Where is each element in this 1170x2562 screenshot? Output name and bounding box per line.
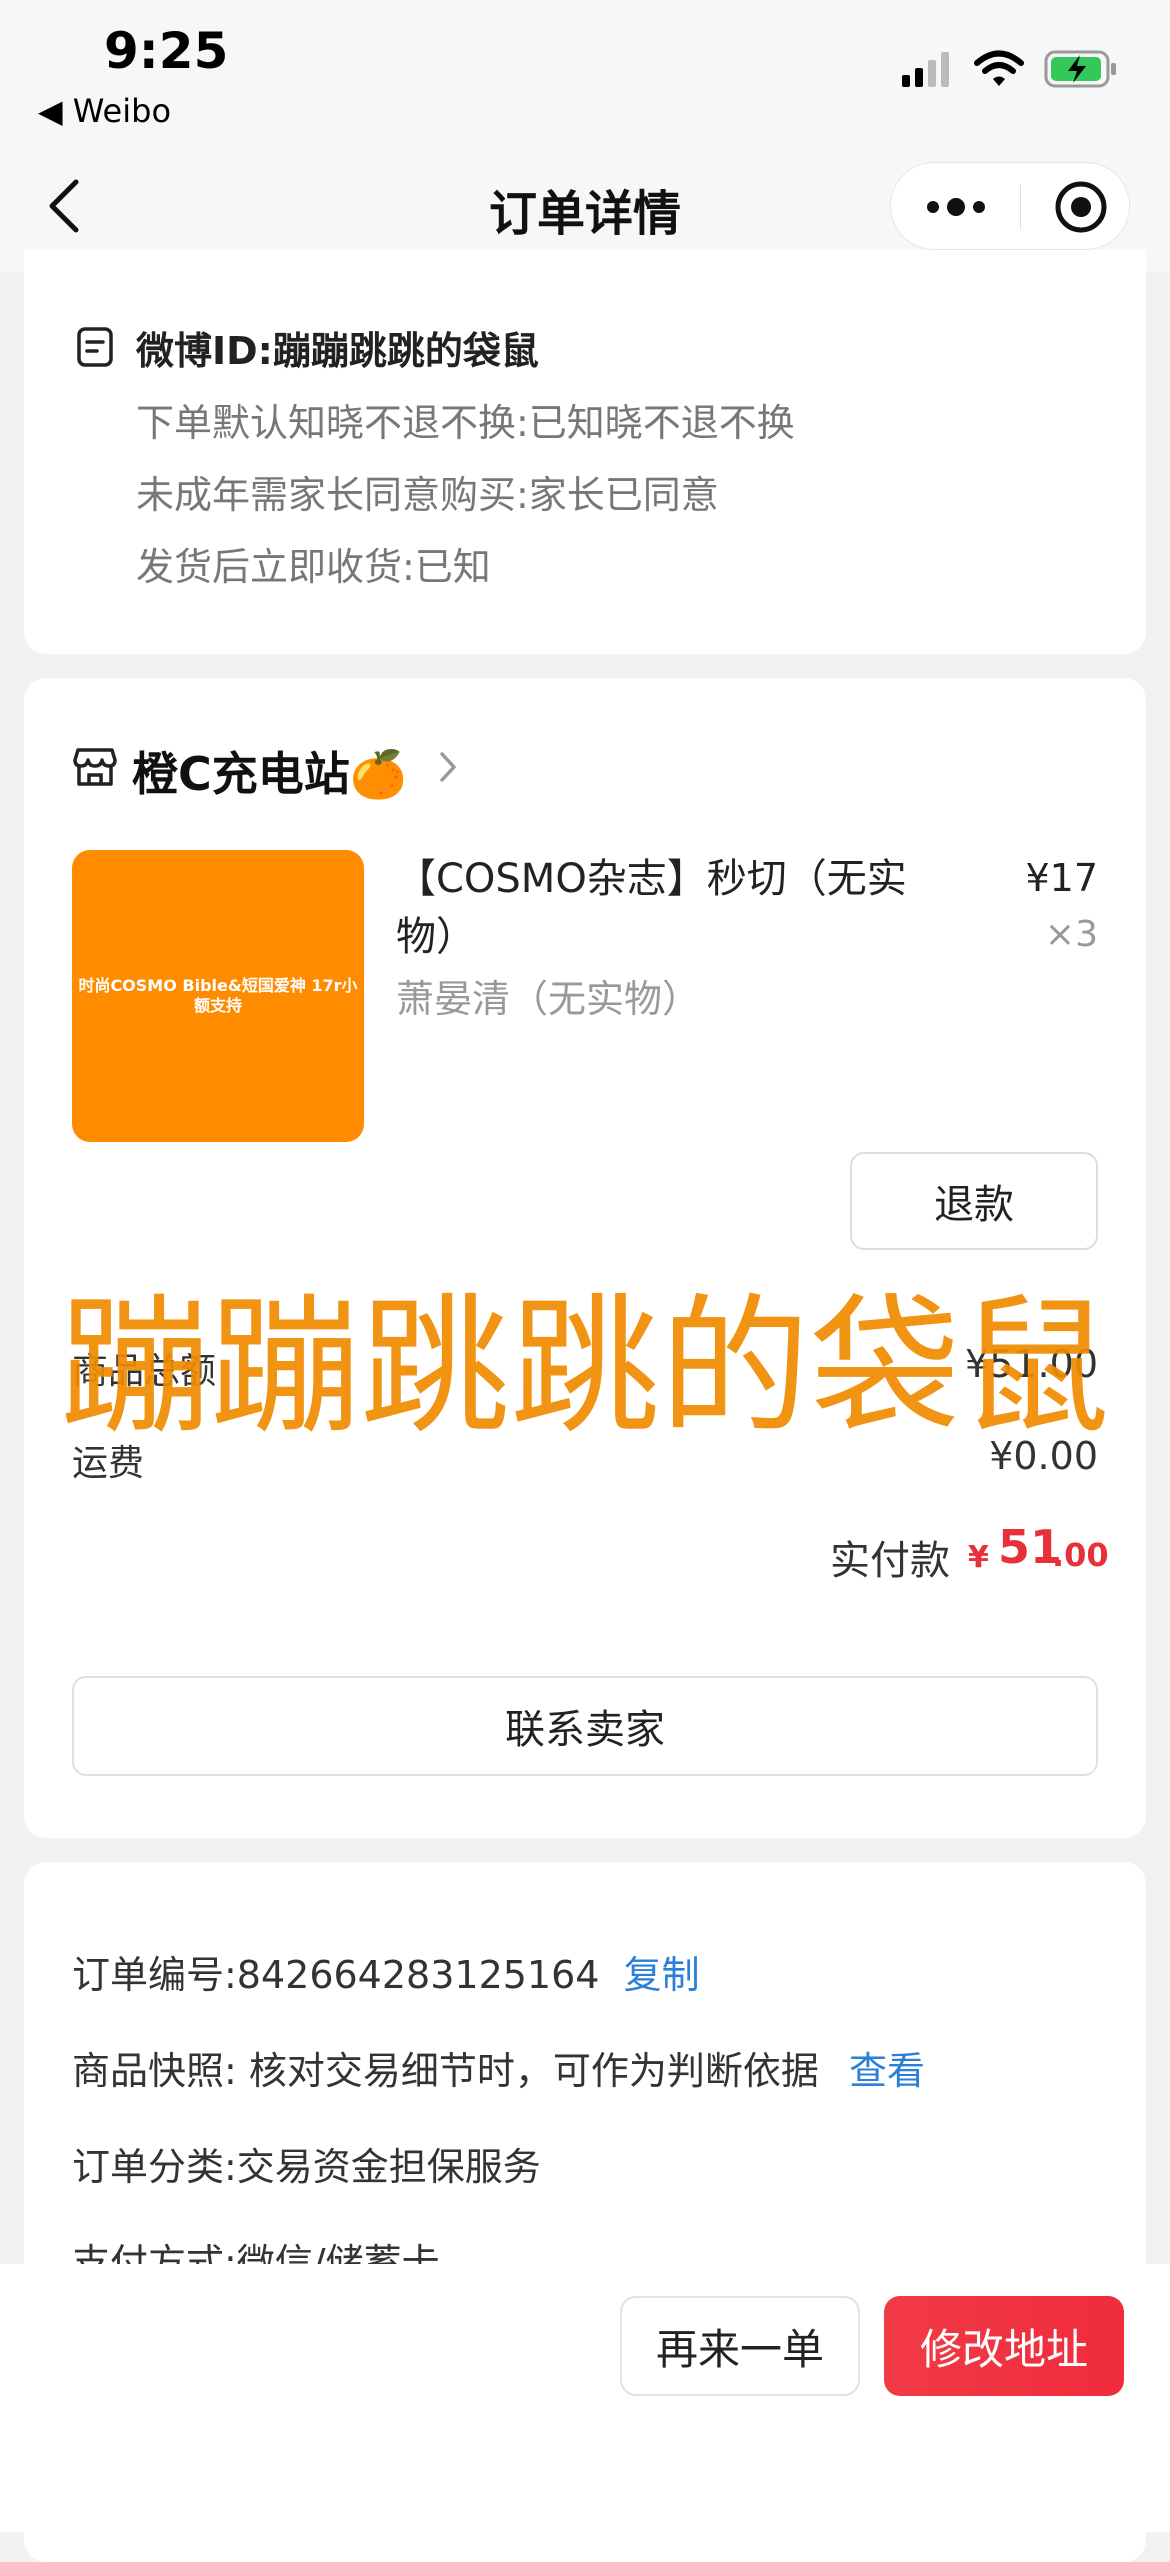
top-bar: 9:25 ◀ Weibo 订单详情	[0, 0, 1170, 272]
close-target-icon[interactable]	[1053, 179, 1109, 235]
back-to-app-link[interactable]: ◀ Weibo	[38, 92, 171, 130]
view-snapshot-link[interactable]: 查看	[849, 2049, 925, 2093]
wifi-icon	[974, 50, 1024, 86]
buyer-info-card: 微博ID:蹦蹦跳跳的袋鼠 下单默认知晓不退不换:已知晓不退不换 未成年需家长同意…	[24, 250, 1146, 654]
signal-icon	[902, 52, 949, 87]
order-number-row: 订单编号:842664283125164 复制	[72, 1944, 700, 1999]
paid-label: 实付款	[830, 1538, 950, 1584]
bottom-action-bar: 再来一单 修改地址	[0, 2264, 1170, 2532]
snapshot-row: 商品快照: 核对交易细节时，可作为判断依据 查看	[72, 2040, 925, 2095]
shipping-label: 运费	[72, 1443, 145, 1484]
note-icon	[77, 327, 113, 367]
product-price: ¥17	[1025, 856, 1098, 900]
note-line: 未成年需家长同意购买:家长已同意	[136, 473, 719, 517]
shop-icon	[73, 748, 117, 786]
product-title[interactable]: 【COSMO杂志】秒切（无实物）	[396, 850, 956, 966]
reorder-button[interactable]: 再来一单	[620, 2296, 860, 2396]
buyer-weibo-id: 微博ID:蹦蹦跳跳的袋鼠	[136, 329, 539, 373]
miniapp-capsule	[890, 162, 1130, 250]
product-thumbnail[interactable]: 时尚COSMO Bible&短国爱神 17r小额支持	[72, 850, 364, 1142]
contact-seller-button[interactable]: 联系卖家	[72, 1676, 1098, 1776]
battery-charging-icon	[1044, 50, 1116, 88]
order-number: 订单编号:842664283125164	[72, 1953, 600, 1997]
goods-total-value: ¥51.00	[965, 1342, 1098, 1386]
status-icons	[902, 50, 1118, 88]
paid-currency: ¥	[968, 1540, 989, 1575]
paid-amount-decimal: .00	[1052, 1536, 1109, 1574]
product-spec: 萧晏清（无实物）	[396, 977, 701, 1021]
chevron-right-icon[interactable]	[438, 750, 458, 784]
shop-name[interactable]: 橙C充电站🍊	[132, 738, 407, 804]
status-time: 9:25	[104, 22, 229, 80]
goods-total-label: 商品总额	[72, 1351, 217, 1392]
note-line: 发货后立即收货:已知	[136, 545, 491, 589]
capsule-divider	[1020, 185, 1021, 229]
shipping-value: ¥0.00	[989, 1434, 1098, 1478]
order-category: 订单分类:交易资金担保服务	[72, 2145, 541, 2189]
order-item-card: 橙C充电站🍊 时尚COSMO Bible&短国爱神 17r小额支持 【COSMO…	[24, 678, 1146, 1838]
more-icon[interactable]	[921, 183, 991, 231]
product-quantity: ×3	[1044, 914, 1098, 955]
note-line: 下单默认知晓不退不换:已知晓不退不换	[136, 401, 795, 445]
thumbnail-text: 时尚COSMO Bible&短国爱神 17r小额支持	[78, 976, 358, 1015]
modify-address-button[interactable]: 修改地址	[884, 2296, 1124, 2396]
refund-button[interactable]: 退款	[850, 1152, 1098, 1250]
snapshot-text: 商品快照: 核对交易细节时，可作为判断依据	[72, 2049, 819, 2093]
copy-link[interactable]: 复制	[624, 1953, 700, 1997]
